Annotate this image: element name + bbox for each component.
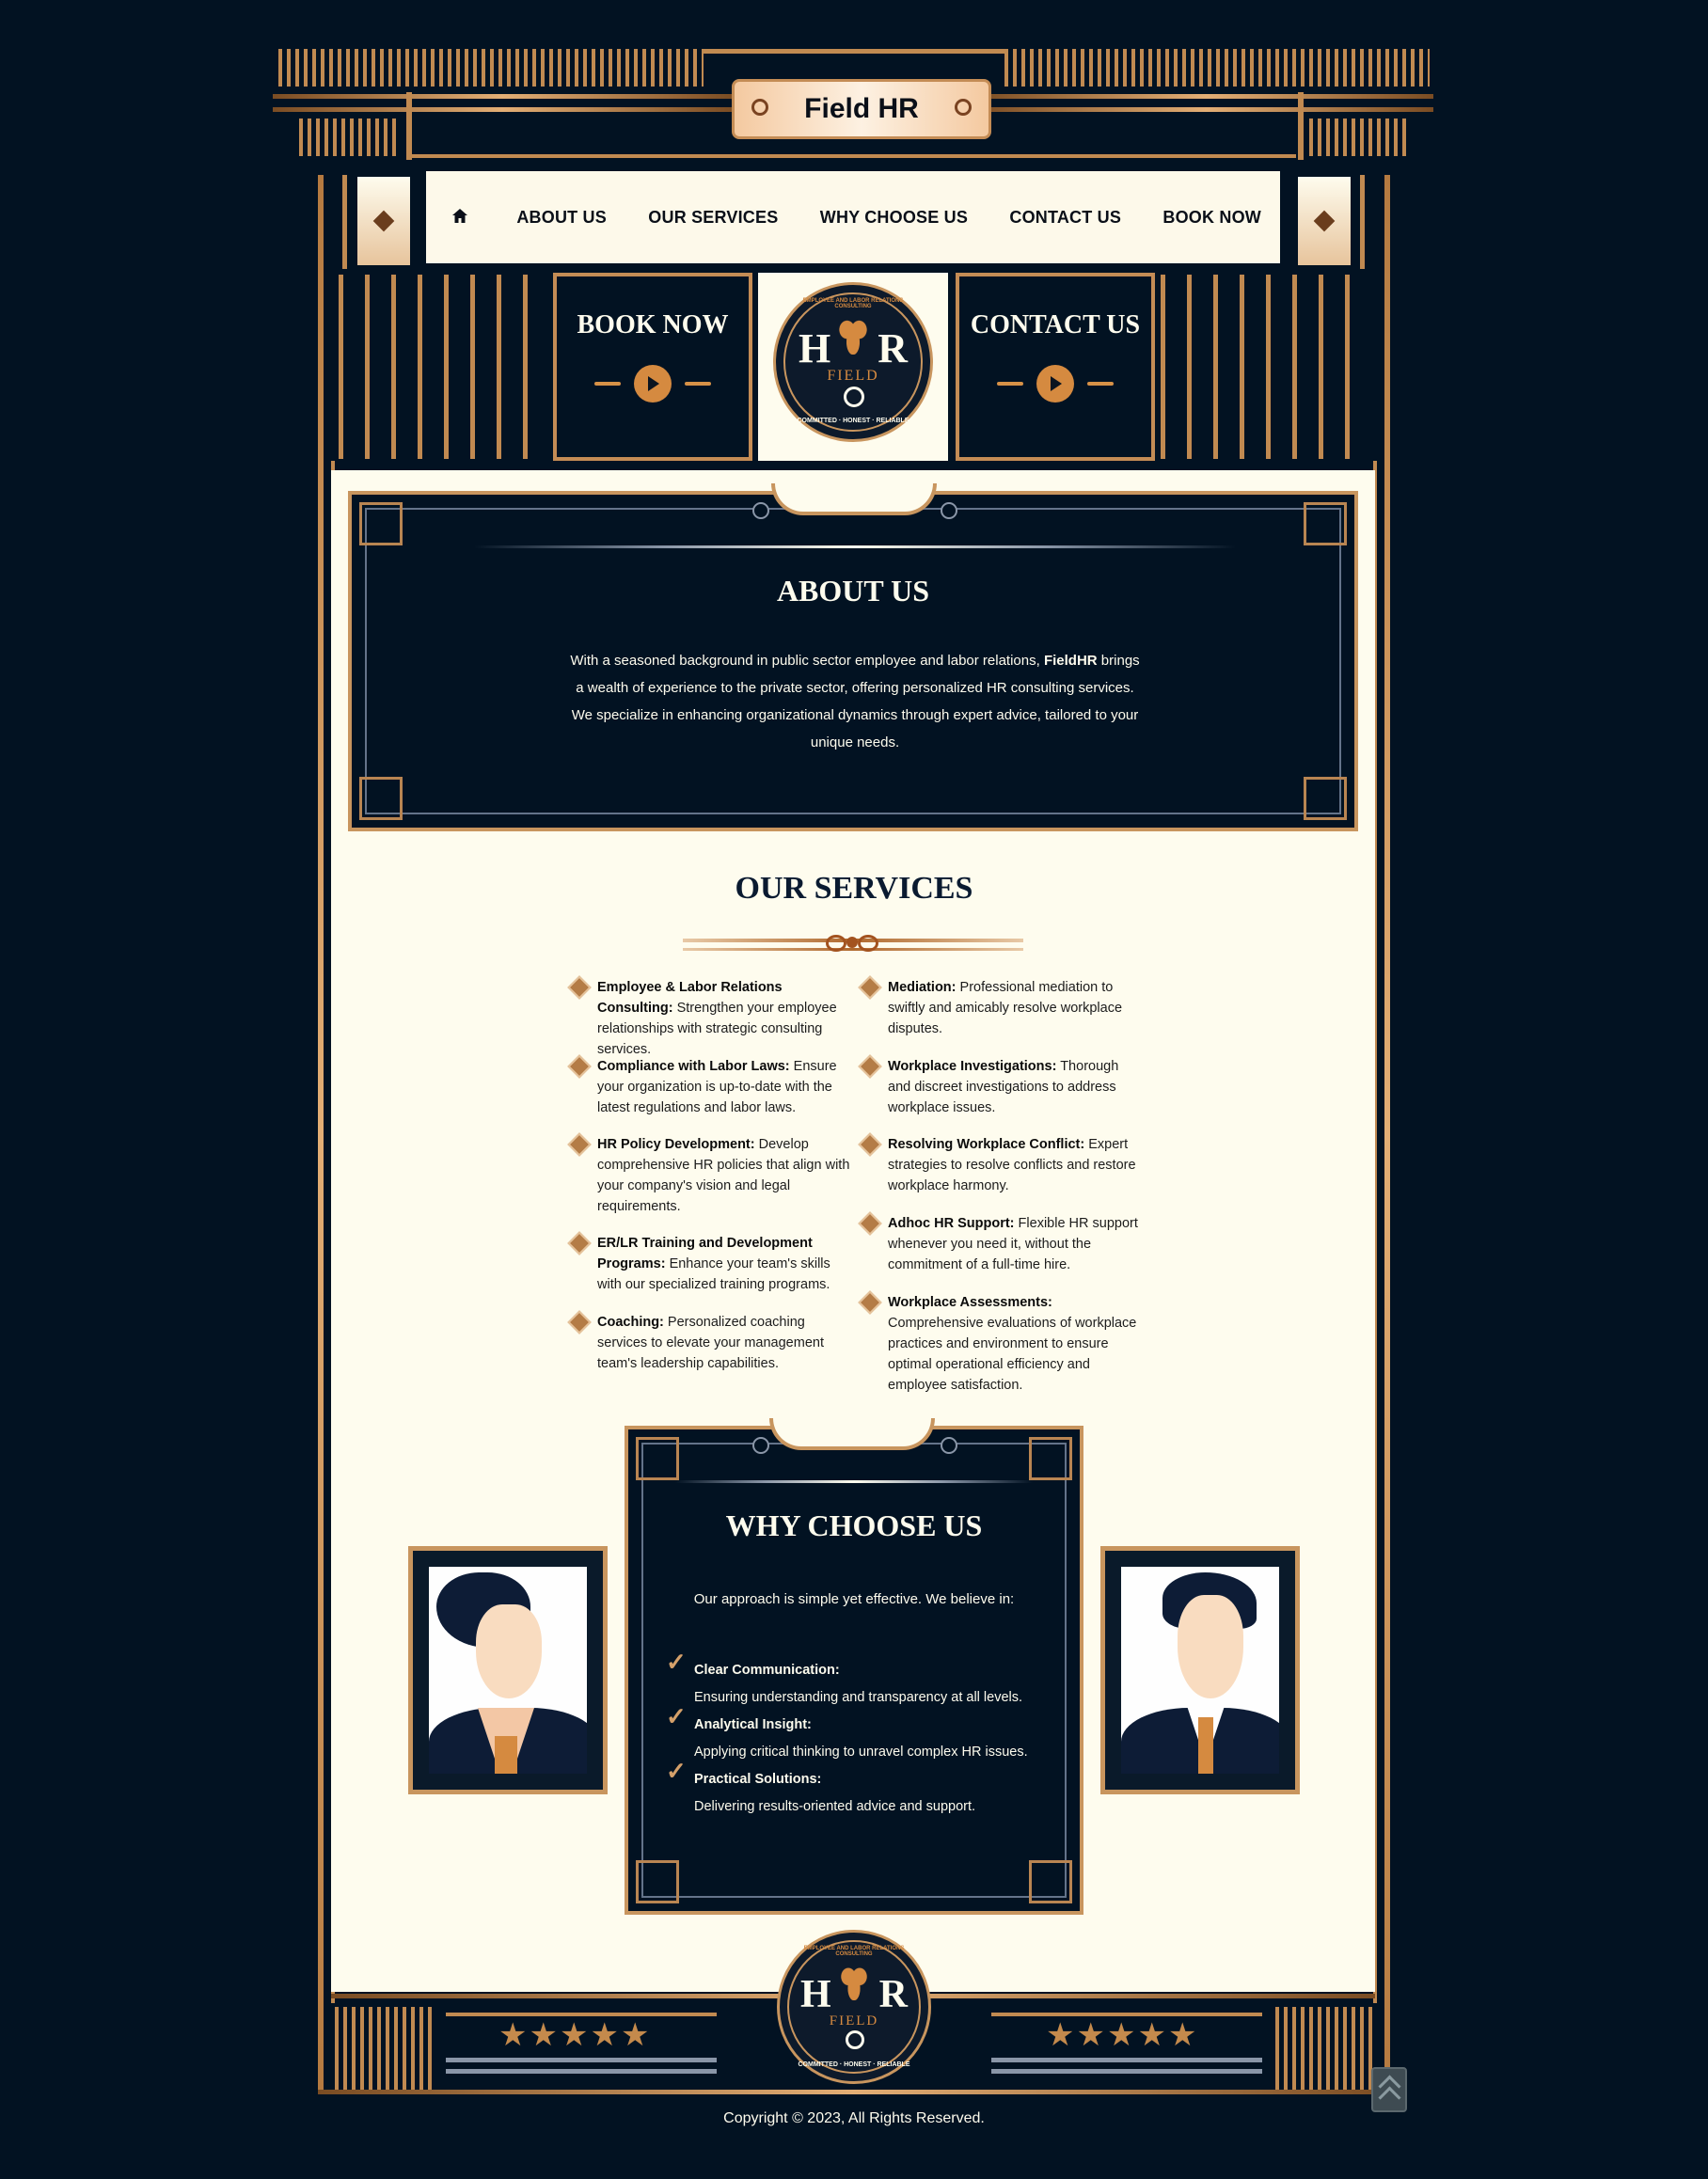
nav-contact[interactable]: CONTACT US <box>1009 208 1121 228</box>
leaf-icon <box>840 1961 868 2000</box>
footer-stars-left: ★ ★ ★ ★ ★ <box>498 2016 649 2054</box>
play-icon[interactable] <box>1036 365 1074 403</box>
service-item: Workplace Assessments: Comprehensive eval… <box>858 1290 1142 1396</box>
about-text: With a seasoned background in public sec… <box>570 653 1140 750</box>
service-item: Mediation: Professional mediation to swi… <box>858 975 1142 1039</box>
book-now-panel[interactable]: BOOK NOW <box>553 273 752 461</box>
service-item: HR Policy Development: Develop comprehen… <box>567 1132 851 1217</box>
check-icon: ✓ <box>666 1757 687 1785</box>
main-nav: ABOUT US OUR SERVICES WHY CHOOSE US CONT… <box>426 171 1280 263</box>
header-stripes-right <box>1004 49 1430 87</box>
service-item: Workplace Investigations: Thorough and d… <box>858 1054 1142 1118</box>
why-notch <box>769 1418 935 1450</box>
nav-services[interactable]: OUR SERVICES <box>648 208 778 228</box>
service-item: Employee & Labor Relations Consulting: S… <box>567 975 851 1060</box>
star-icon: ★ <box>529 2017 558 2053</box>
play-icon[interactable] <box>634 365 672 403</box>
nav-book[interactable]: BOOK NOW <box>1162 208 1261 228</box>
star-icon: ★ <box>1076 2017 1105 2053</box>
nav-about[interactable]: ABOUT US <box>516 208 607 228</box>
brand-ornament-left <box>751 99 768 116</box>
why-intro: Our approach is simple yet effective. We… <box>693 1591 1015 1607</box>
check-icon: ✓ <box>666 1702 687 1730</box>
about-notch <box>771 483 937 515</box>
star-icon: ★ <box>1046 2017 1075 2053</box>
hero-logo-panel: H R FIELD COMMITTED · HONEST · RELIABLE … <box>758 273 948 461</box>
flourish-icon <box>822 929 882 959</box>
contact-us-label: CONTACT US <box>970 310 1141 339</box>
footer-stripes-right <box>1275 2007 1373 2092</box>
star-icon: ★ <box>1106 2017 1136 2053</box>
leaf-icon <box>838 313 868 355</box>
home-icon[interactable] <box>445 208 475 228</box>
services-title: OUR SERVICES <box>735 871 973 906</box>
book-now-label: BOOK NOW <box>577 310 729 339</box>
header-stripes-left <box>278 49 704 87</box>
service-item: Adhoc HR Support: Flexible HR support wh… <box>858 1211 1142 1275</box>
footer-stripes-left <box>335 2007 433 2092</box>
pillar-left <box>318 175 324 2093</box>
about-section: ABOUT US With a seasoned background in p… <box>348 491 1358 831</box>
brand-plaque[interactable]: Field HR <box>732 79 991 139</box>
portrait-man <box>1100 1546 1300 1794</box>
why-point: Clear Communication: Ensuring understandi… <box>694 1663 1023 1705</box>
star-icon: ★ <box>559 2017 589 2053</box>
nav-ornament-right <box>1298 177 1351 265</box>
why-section: WHY CHOOSE US Our approach is simple yet… <box>625 1426 1083 1915</box>
portrait-woman <box>408 1546 608 1794</box>
star-icon: ★ <box>1137 2017 1166 2053</box>
why-point: Analytical Insight: Applying critical thi… <box>694 1717 1028 1760</box>
star-icon: ★ <box>620 2017 650 2053</box>
scales-icon <box>846 2030 864 2049</box>
footer-stars-right: ★ ★ ★ ★ ★ <box>1046 2016 1196 2054</box>
star-icon: ★ <box>590 2017 619 2053</box>
service-item: ER/LR Training and Development Programs:… <box>567 1231 851 1295</box>
check-icon: ✓ <box>666 1648 687 1676</box>
star-icon: ★ <box>1167 2017 1197 2053</box>
hero-stripes-left <box>339 275 547 459</box>
star-icon: ★ <box>498 2017 528 2053</box>
pillar-right <box>1384 175 1390 2093</box>
service-item: Coaching: Personalized coaching services… <box>567 1310 851 1374</box>
about-title: ABOUT US <box>776 574 930 608</box>
brand-title: Field HR <box>804 93 919 124</box>
nav-ornament-left <box>357 177 410 265</box>
logo-emblem: H R FIELD COMMITTED · HONEST · RELIABLE … <box>773 282 933 442</box>
footer-logo-emblem: H R FIELD COMMITTED · HONEST · RELIABLE … <box>777 1930 931 2084</box>
service-item: Compliance with Labor Laws: Ensure your … <box>567 1054 851 1118</box>
service-item: Resolving Workplace Conflict: Expert str… <box>858 1132 1142 1196</box>
hero-stripes-right <box>1161 275 1369 459</box>
why-point: Practical Solutions: Delivering results-o… <box>694 1772 976 1814</box>
scroll-top-button[interactable] <box>1371 2067 1407 2112</box>
brand-ornament-right <box>955 99 972 116</box>
copyright: Copyright © 2023, All Rights Reserved. <box>723 2110 985 2126</box>
why-title: WHY CHOOSE US <box>725 1508 983 1542</box>
nav-why[interactable]: WHY CHOOSE US <box>820 208 968 228</box>
contact-us-panel[interactable]: CONTACT US <box>956 273 1155 461</box>
scales-icon <box>844 387 864 407</box>
